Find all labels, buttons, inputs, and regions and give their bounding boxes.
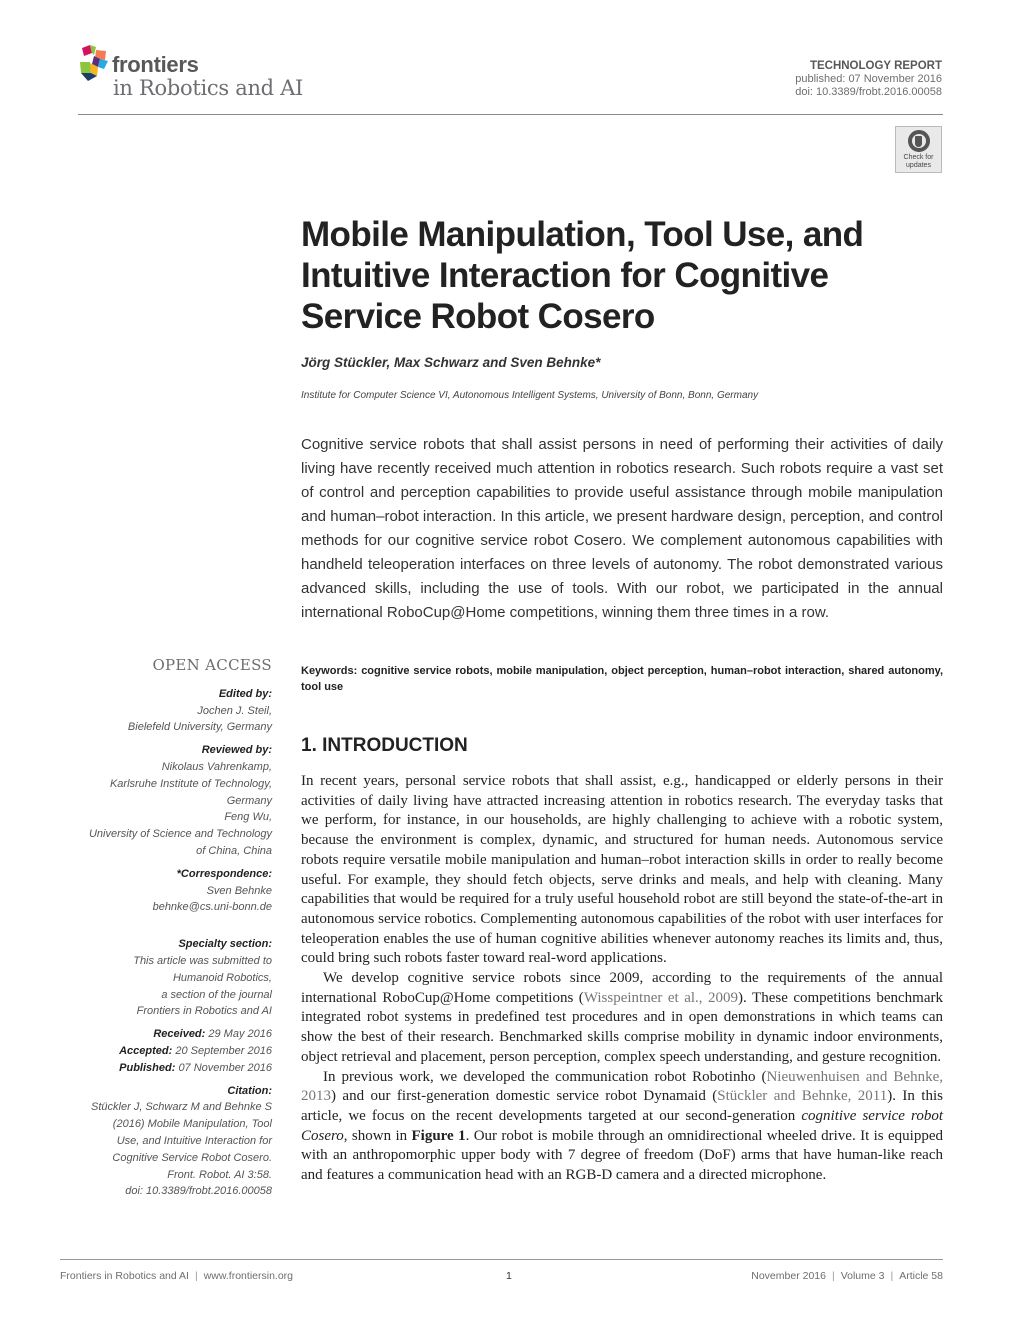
editor-name: Jochen J. Steil, [197, 704, 272, 717]
frontiers-logo-icon [80, 45, 108, 81]
reviewer-affiliation: University of Science and Technology [88, 828, 272, 841]
dates-block: Received: 29 May 2016 Accepted: 20 Septe… [119, 1028, 272, 1074]
header-divider [78, 114, 300, 115]
footer-journal: Frontiers in Robotics and AI [60, 1270, 189, 1282]
citation-heading: Citation: [227, 1084, 272, 1097]
article-meta: TECHNOLOGY REPORT published: 07 November… [795, 60, 942, 99]
reviewer-affiliation: Karlsruhe Institute of Technology, [109, 777, 272, 790]
footer-volume: Volume 3 [840, 1270, 885, 1282]
author-list: Jörg Stückler, Max Schwarz and Sven Behn… [301, 355, 601, 370]
citation-link[interactable]: Wisspeintner et al., 2009 [584, 990, 738, 1006]
journal-logo: frontiers in Robotics and AI [78, 44, 378, 104]
editor-block: Edited by: Jochen J. Steil, Bielefeld Un… [60, 686, 272, 736]
footer-url[interactable]: www.frontiersin.org [204, 1270, 293, 1282]
affiliation: Institute for Computer Science VI, Auton… [301, 390, 759, 401]
keywords: Keywords: cognitive service robots, mobi… [301, 663, 943, 695]
published-date-sidebar: 07 November 2016 [178, 1061, 272, 1074]
citation-doi[interactable]: doi: 10.3389/frobt.2016.00058 [60, 1183, 272, 1200]
journal-name: in Robotics and AI [113, 76, 304, 100]
reviewer-name: Nikolaus Vahrenkamp, [161, 760, 272, 773]
check-updates-label: Check for updates [903, 154, 934, 169]
article-type: TECHNOLOGY REPORT [809, 60, 942, 72]
citation-link[interactable]: Stückler and Behnke, 2011 [717, 1088, 887, 1104]
reviewer-name: Feng Wu, [224, 811, 272, 824]
body-text: In recent years, personal service robots… [301, 772, 943, 1186]
article-info-sidebar: OPEN ACCESS Edited by: Jochen J. Steil, … [60, 657, 272, 1204]
open-access-label: OPEN ACCESS [152, 656, 272, 674]
paragraph: We develop cognitive service robots sinc… [301, 970, 943, 1065]
correspondent-email[interactable]: behnke@cs.uni-bonn.de [60, 899, 272, 916]
keywords-label: Keywords: [301, 665, 358, 677]
article-doi[interactable]: doi: 10.3389/frobt.2016.00058 [795, 86, 942, 99]
correspondence-heading: *Correspondence: [176, 867, 272, 880]
reviewed-by-heading: Reviewed by: [201, 744, 272, 757]
paragraph: In previous work, we developed the commu… [301, 1068, 943, 1184]
figure-link[interactable]: Figure 1 [412, 1128, 466, 1144]
accepted-date: 20 September 2016 [175, 1044, 272, 1057]
paragraph: In recent years, personal service robots… [301, 773, 943, 967]
footer-date: November 2016 [751, 1270, 826, 1282]
bookmark-icon [907, 130, 930, 152]
article-title: Mobile Manipulation, Tool Use, and Intui… [301, 215, 864, 336]
correspondence-block: *Correspondence: Sven Behnke behnke@cs.u… [60, 866, 272, 916]
reviewer-affiliation: of China, China [196, 844, 272, 857]
specialty-heading: Specialty section: [178, 938, 272, 951]
section-heading: 1. INTRODUCTION [301, 735, 468, 756]
citation-block: Citation: Stückler J, Schwarz M and Behn… [60, 1083, 272, 1201]
check-for-updates-button[interactable]: Check for updates [895, 126, 942, 173]
footer-article: Article 58 [899, 1270, 943, 1282]
edited-by-heading: Edited by: [218, 687, 272, 700]
specialty-block: Specialty section: This article was subm… [60, 936, 272, 1020]
footer-divider [60, 1259, 943, 1260]
keywords-list: cognitive service robots, mobile manipul… [301, 665, 944, 693]
reviewer-affiliation: Germany [226, 794, 272, 807]
received-date: 29 May 2016 [208, 1028, 272, 1041]
correspondent-name: Sven Behnke [206, 884, 272, 897]
published-date: published: 07 November 2016 [795, 73, 942, 85]
editor-affiliation: Bielefeld University, Germany [127, 721, 272, 734]
brand-name: frontiers [112, 52, 199, 77]
reviewer-block: Reviewed by: Nikolaus Vahrenkamp, Karlsr… [60, 742, 272, 860]
abstract: Cognitive service robots that shall assi… [301, 436, 943, 621]
header-divider [300, 114, 943, 115]
page-number: 1 [506, 1270, 512, 1282]
